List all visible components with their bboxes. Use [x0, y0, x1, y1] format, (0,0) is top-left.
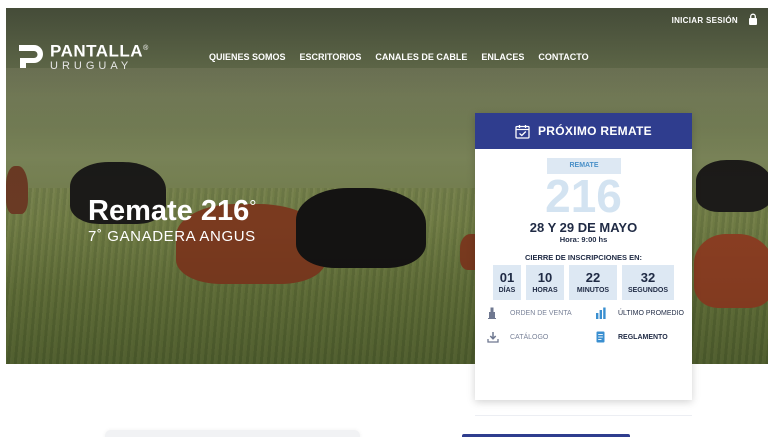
countdown-value: 32: [640, 270, 656, 285]
countdown-minutes: 22 MINUTOS: [569, 265, 617, 300]
logo-text: PANTALLA® URUGUAY: [50, 41, 149, 72]
countdown-unit: MINUTOS: [576, 287, 610, 294]
logo-name: PANTALLA®: [50, 41, 149, 60]
brand-tagline: URUGUAY: [50, 59, 133, 72]
auction-time: Hora: 9:00 hs: [559, 235, 608, 244]
card-header: PRÓXIMO REMATE: [475, 113, 692, 149]
link-ultimo-promedio[interactable]: ÚLTIMO PROMEDIO: [595, 307, 684, 319]
gavel-icon: [488, 307, 496, 319]
logo-mark-icon: [19, 45, 43, 69]
link-catalogo[interactable]: CATÁLOGO: [487, 331, 548, 343]
countdown-value: 22: [585, 270, 601, 285]
hero-title-line: Remate 216 °: [88, 196, 256, 226]
lock-icon[interactable]: [748, 13, 758, 25]
countdown-seconds: 32 SEGUNDOS: [622, 265, 674, 300]
link-reglamento[interactable]: REGLAMENTO: [595, 331, 668, 343]
auction-number: 216: [545, 170, 622, 222]
calendar-check-icon: [515, 124, 530, 139]
hero-title: Remate 216: [88, 195, 250, 227]
nav-enlaces[interactable]: ENLACES: [481, 52, 524, 62]
login-link[interactable]: INICIAR SESIÓN: [672, 16, 738, 25]
card-title: PRÓXIMO REMATE: [538, 124, 652, 138]
countdown-unit: DÍAS: [498, 287, 516, 294]
brand-name: PANTALLA: [50, 41, 144, 61]
document-icon: [596, 331, 605, 343]
nav-escritorios[interactable]: ESCRITORIOS: [300, 52, 362, 62]
auction-date: 28 Y 29 DE MAYO: [529, 220, 638, 235]
link-label: CATÁLOGO: [510, 333, 549, 341]
search-box-partial[interactable]: [105, 430, 360, 437]
nav-contacto[interactable]: CONTACTO: [538, 52, 588, 62]
bar-chart-icon: [596, 307, 606, 319]
card-body: REMATE 216 28 Y 29 DE MAYO Hora: 9:00 hs…: [475, 149, 692, 416]
countdown-unit: HORAS: [532, 287, 558, 294]
next-auction-card: PRÓXIMO REMATE REMATE 216 28 Y 29 DE MAY…: [475, 113, 692, 416]
countdown-unit: SEGUNDOS: [627, 287, 669, 294]
hero-subtitle: 7˚ GANADERA ANGUS: [88, 228, 256, 245]
hero-title-degree: °: [249, 197, 257, 217]
nav-quienes-somos[interactable]: QUIENES SOMOS: [209, 52, 286, 62]
link-orden-de-venta[interactable]: ORDEN DE VENTA: [487, 307, 572, 319]
site-logo[interactable]: PANTALLA® URUGUAY: [16, 41, 149, 72]
countdown-title: CIERRE DE INSCRIPCIONES EN:: [524, 253, 643, 262]
nav-canales-de-cable[interactable]: CANALES DE CABLE: [375, 52, 467, 62]
countdown: 01 DÍAS 10 HORAS 22 MINUTOS 32 SEGUNDOS: [475, 265, 692, 300]
card-divider: [475, 415, 692, 416]
download-icon: [487, 332, 499, 343]
link-label: REGLAMENTO: [618, 333, 668, 341]
countdown-value: 01: [499, 270, 515, 285]
brand-registered-mark: ®: [143, 45, 149, 52]
countdown-value: 10: [537, 270, 553, 285]
main-nav: QUIENES SOMOS ESCRITORIOS CANALES DE CAB…: [209, 52, 589, 62]
countdown-days: 01 DÍAS: [493, 265, 521, 300]
hero-heading: Remate 216 ° 7˚ GANADERA ANGUS: [88, 196, 256, 245]
link-label: ORDEN DE VENTA: [510, 309, 572, 317]
link-label: ÚLTIMO PROMEDIO: [618, 309, 684, 317]
countdown-hours: 10 HORAS: [526, 265, 564, 300]
